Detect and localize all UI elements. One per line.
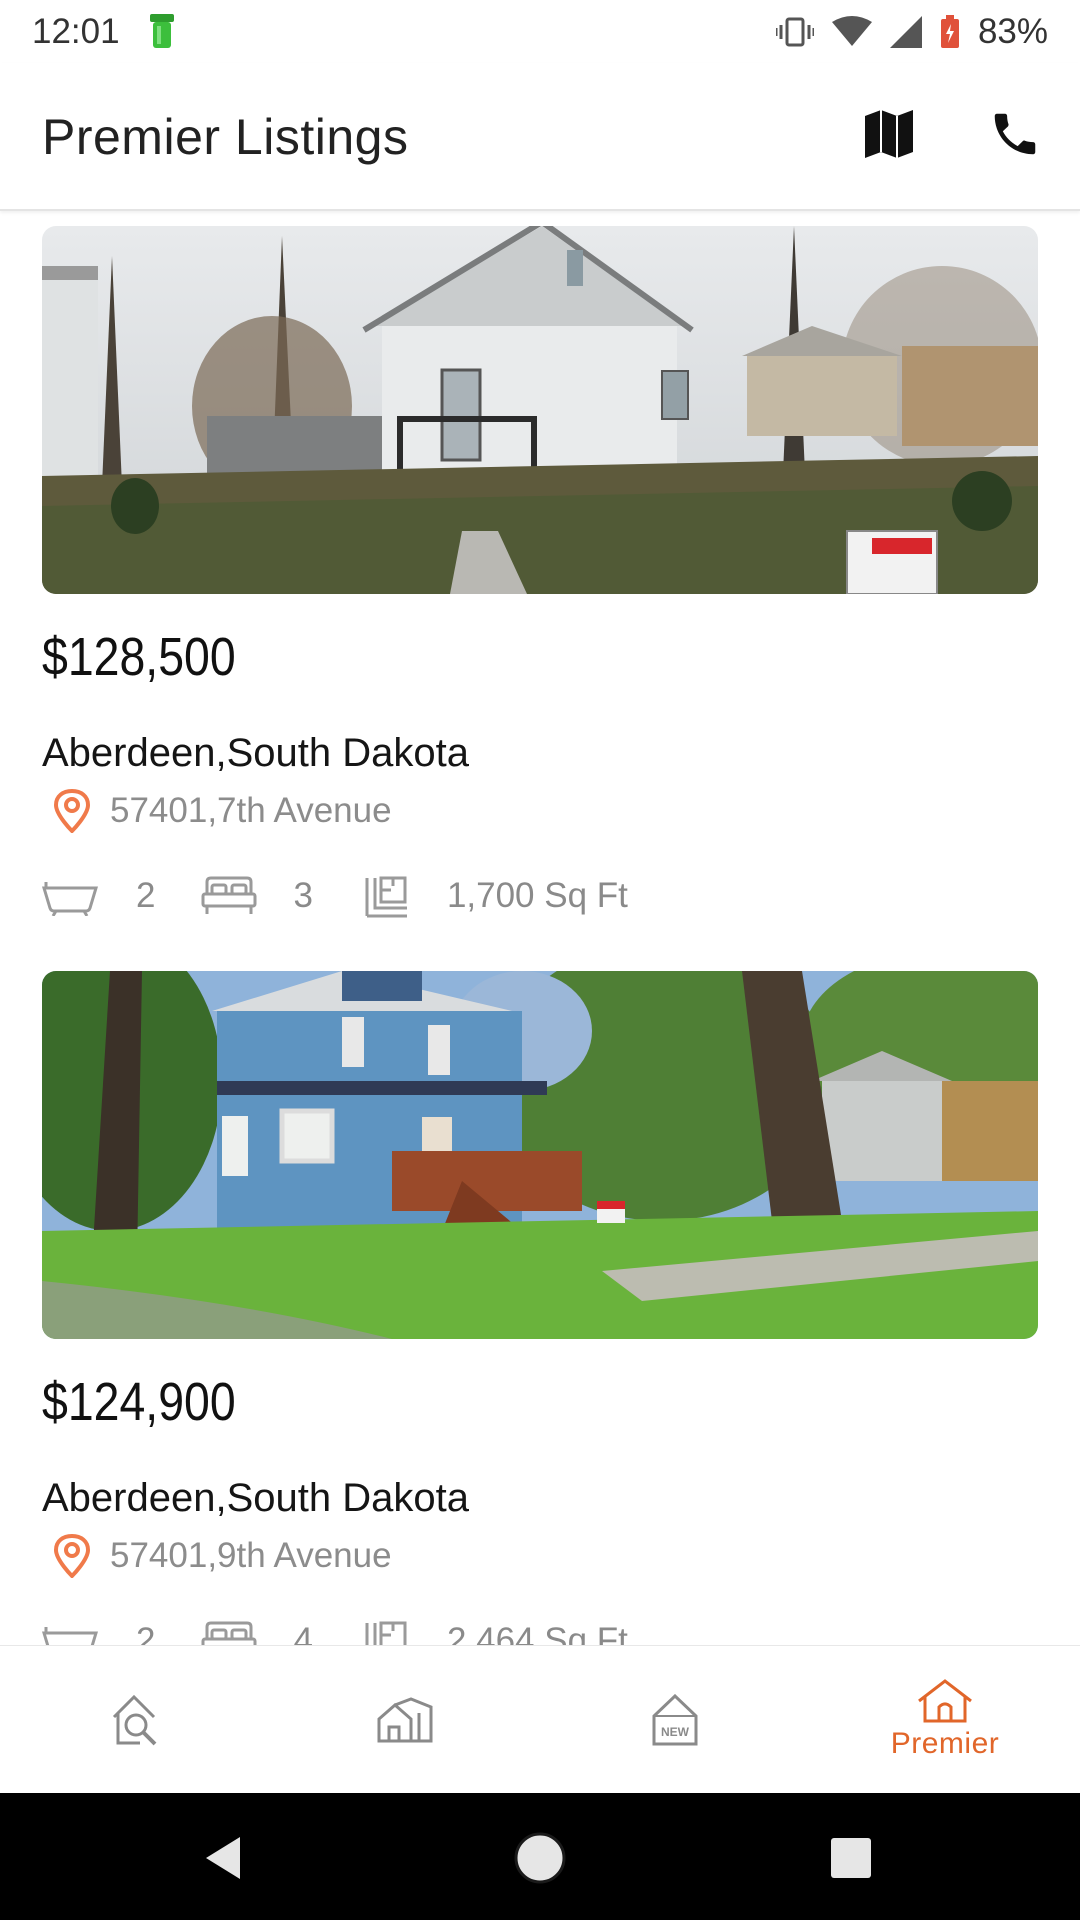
listing-price: $128,500: [42, 627, 236, 687]
nav-premier[interactable]: Premier: [810, 1646, 1080, 1794]
listing-photo[interactable]: [42, 971, 1038, 1339]
bed-count: 4: [293, 1621, 313, 1645]
bed-count: 3: [293, 876, 313, 915]
bath-count: 2: [136, 1621, 156, 1645]
new-listing-icon: NEW: [652, 1694, 698, 1746]
listing-city: Aberdeen,South Dakota: [42, 1476, 469, 1520]
svg-text:NEW: NEW: [661, 1725, 690, 1739]
listing-card[interactable]: $128,500 Aberdeen,South Dakota 57401,7th…: [42, 226, 1038, 918]
buildings-icon: [377, 1697, 433, 1743]
page-title: Premier Listings: [42, 109, 409, 165]
phone-icon: [994, 113, 1036, 155]
listing-city: Aberdeen,South Dakota: [42, 731, 469, 775]
status-icons: 83%: [775, 10, 1048, 54]
listing-features: 2 4 2,464 Sq Ft: [42, 1611, 628, 1645]
listing-features: 2 3 1,700 Sq Ft: [42, 866, 628, 926]
listing-address: 57401,7th Avenue: [110, 791, 392, 830]
listing-address-row: 57401,9th Avenue: [52, 1531, 392, 1581]
battery-percent: 83%: [977, 12, 1048, 51]
listing-address-row: 57401,7th Avenue: [52, 786, 392, 836]
floor-area: 1,700 Sq Ft: [446, 876, 628, 915]
home-circle-icon: [514, 1832, 566, 1884]
signal-icon: [889, 16, 922, 48]
floor-area: 2,464 Sq Ft: [446, 1621, 628, 1645]
bathtub-icon: [42, 882, 98, 916]
floor-area-icon: [365, 876, 407, 918]
system-navigation-bar: [0, 1793, 1080, 1920]
app-notification-icon: [150, 14, 174, 48]
call-button[interactable]: [980, 99, 1050, 169]
listing-address: 57401,9th Avenue: [110, 1536, 392, 1575]
nav-premier-label: Premier: [890, 1727, 1000, 1760]
vibrate-icon: [775, 17, 814, 47]
back-icon: [206, 1837, 240, 1879]
app-bar: Premier Listings: [0, 63, 1080, 211]
floor-area-icon: [365, 1621, 407, 1645]
home-icon: [918, 1679, 972, 1723]
map-icon: [865, 110, 913, 158]
recents-button[interactable]: [816, 1823, 886, 1893]
home-button[interactable]: [505, 1823, 575, 1893]
nav-new-listings[interactable]: NEW: [540, 1646, 810, 1794]
bathtub-icon: [42, 1627, 98, 1645]
wifi-icon: [831, 16, 872, 46]
search-home-icon: [112, 1694, 157, 1746]
location-pin-icon: [53, 1534, 91, 1578]
status-bar: 12:01 83%: [0, 0, 1080, 63]
bed-icon: [201, 1621, 257, 1645]
bed-icon: [201, 876, 257, 914]
back-button[interactable]: [190, 1823, 260, 1893]
location-pin-icon: [53, 789, 91, 833]
listing-photo[interactable]: [42, 226, 1038, 594]
bath-count: 2: [136, 876, 156, 915]
map-view-button[interactable]: [854, 99, 924, 169]
nav-listings[interactable]: [270, 1646, 540, 1794]
listing-price: $124,900: [42, 1372, 236, 1432]
recents-icon: [831, 1838, 871, 1878]
bottom-navigation: NEW Premier: [0, 1645, 1080, 1793]
listing-card[interactable]: $124,900 Aberdeen,South Dakota 57401,9th…: [42, 971, 1038, 1645]
status-time: 12:01: [32, 12, 120, 51]
listings-list[interactable]: $128,500 Aberdeen,South Dakota 57401,7th…: [0, 213, 1080, 1645]
nav-search[interactable]: [0, 1646, 270, 1794]
battery-icon: [940, 15, 959, 48]
